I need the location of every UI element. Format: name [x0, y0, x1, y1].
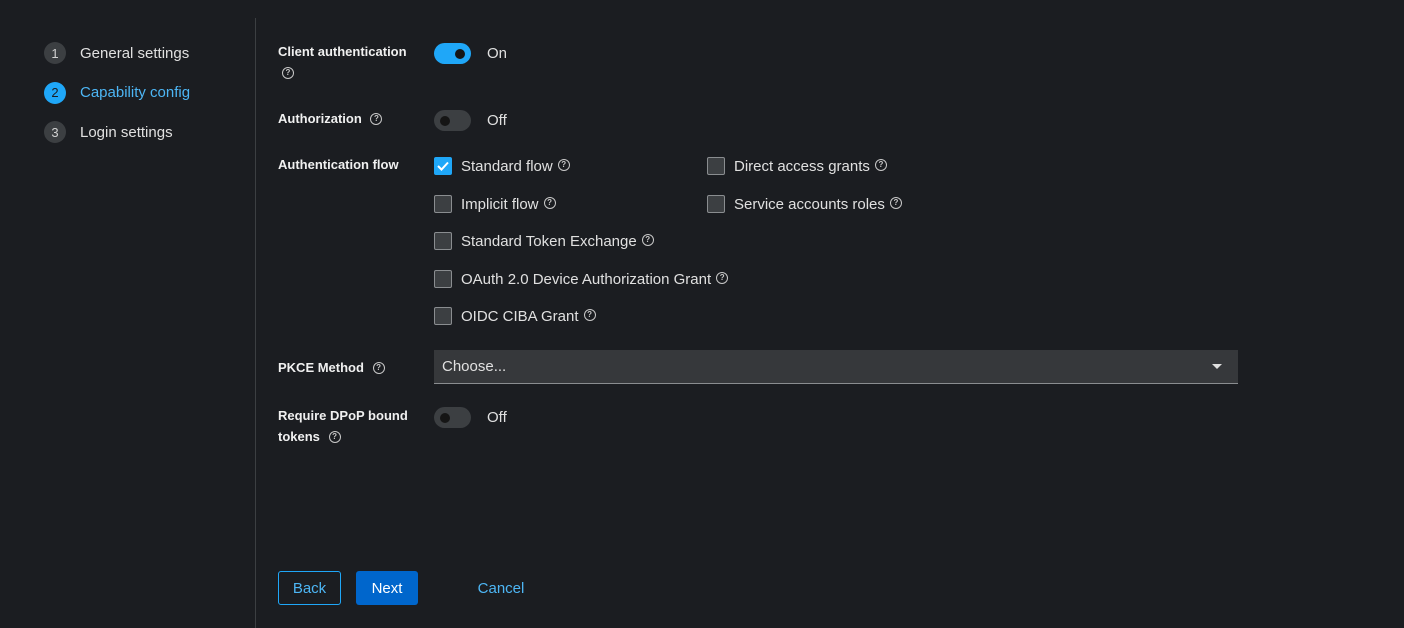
- checkbox-label: Service accounts roles: [734, 195, 885, 213]
- dpop-switch[interactable]: Off: [434, 407, 507, 428]
- help-icon[interactable]: ?: [889, 197, 902, 209]
- switch-knob: [440, 412, 450, 423]
- checkbox-box: [434, 195, 452, 213]
- authorization-label: Authorization ?: [278, 108, 383, 129]
- help-icon[interactable]: ?: [328, 430, 341, 443]
- help-icon[interactable]: ?: [874, 159, 887, 171]
- help-icon[interactable]: ?: [282, 66, 294, 79]
- checkbox-label: Standard Token Exchange: [461, 232, 637, 250]
- dpop-label-line1: Require DPoP bound: [278, 408, 408, 423]
- checkbox-box: [434, 307, 452, 325]
- caret-down-icon: [1212, 364, 1222, 369]
- switch-knob: [440, 115, 450, 126]
- help-icon[interactable]: ?: [372, 361, 385, 374]
- step-label: Capability config: [80, 84, 191, 101]
- step-label: Login settings: [80, 123, 173, 141]
- service-accounts-checkbox[interactable]: Service accounts roles ?: [707, 195, 902, 213]
- check-icon: [437, 161, 449, 171]
- vertical-divider: [255, 18, 256, 628]
- switch-track: [434, 43, 471, 64]
- checkbox-label: Implicit flow: [461, 195, 539, 213]
- device-grant-checkbox[interactable]: OAuth 2.0 Device Authorization Grant ?: [434, 270, 729, 288]
- step-capability-config[interactable]: 2 Capability config: [44, 81, 191, 104]
- client-auth-label: Client authentication ?: [278, 41, 407, 83]
- dpop-label-line2: tokens: [278, 429, 320, 444]
- ciba-grant-checkbox[interactable]: OIDC CIBA Grant ?: [434, 307, 596, 325]
- checkbox-box: [434, 232, 452, 250]
- help-icon[interactable]: ?: [716, 272, 729, 284]
- dpop-label: Require DPoP bound tokens ?: [278, 405, 408, 447]
- implicit-flow-checkbox[interactable]: Implicit flow ?: [434, 195, 556, 213]
- switch-state-text: Off: [487, 409, 507, 426]
- help-icon[interactable]: ?: [583, 309, 596, 321]
- token-exchange-checkbox[interactable]: Standard Token Exchange ?: [434, 232, 654, 250]
- checkbox-box: [707, 195, 725, 213]
- direct-access-checkbox[interactable]: Direct access grants ?: [707, 157, 887, 175]
- step-login-settings[interactable]: 3 Login settings: [44, 121, 190, 143]
- checkbox-label: Direct access grants: [734, 157, 870, 175]
- checkbox-box: [434, 157, 452, 175]
- step-number: 3: [44, 121, 66, 143]
- help-icon[interactable]: ?: [370, 112, 383, 125]
- switch-track: [434, 407, 471, 428]
- switch-knob: [455, 48, 465, 59]
- help-icon[interactable]: ?: [641, 234, 654, 246]
- capability-config-page: 1 General settings 2 Capability config 3…: [0, 0, 1404, 628]
- checkbox-box: [434, 270, 452, 288]
- help-icon[interactable]: ?: [557, 159, 570, 171]
- next-button[interactable]: Next: [356, 571, 418, 605]
- checkbox-box: [707, 157, 725, 175]
- checkbox-label: OAuth 2.0 Device Authorization Grant: [461, 270, 712, 288]
- help-icon[interactable]: ?: [543, 197, 556, 209]
- switch-state-text: Off: [487, 112, 507, 129]
- step-general-settings[interactable]: 1 General settings: [44, 42, 190, 64]
- standard-flow-checkbox[interactable]: Standard flow ?: [434, 157, 570, 175]
- client-auth-switch[interactable]: On: [434, 43, 507, 64]
- switch-track: [434, 110, 471, 131]
- step-label: General settings: [80, 44, 190, 62]
- checkbox-label: Standard flow: [461, 157, 553, 175]
- pkce-label-text: PKCE Method: [278, 360, 364, 375]
- authorization-label-text: Authorization: [278, 111, 362, 126]
- select-value: Choose...: [442, 358, 507, 375]
- client-auth-label-text: Client authentication: [278, 44, 407, 59]
- switch-state-text: On: [487, 45, 508, 62]
- pkce-method-select[interactable]: Choose...: [434, 350, 1238, 384]
- checkbox-label: OIDC CIBA Grant: [461, 307, 579, 325]
- back-button[interactable]: Back: [278, 571, 341, 605]
- step-number: 1: [44, 42, 66, 64]
- wizard-steps: 1 General settings 2 Capability config 3…: [44, 42, 190, 161]
- authorization-switch[interactable]: Off: [434, 110, 507, 131]
- auth-flow-label: Authentication flow: [278, 157, 399, 172]
- step-number: 2: [44, 81, 66, 104]
- cancel-button[interactable]: Cancel: [466, 571, 536, 605]
- pkce-label: PKCE Method ?: [278, 357, 385, 378]
